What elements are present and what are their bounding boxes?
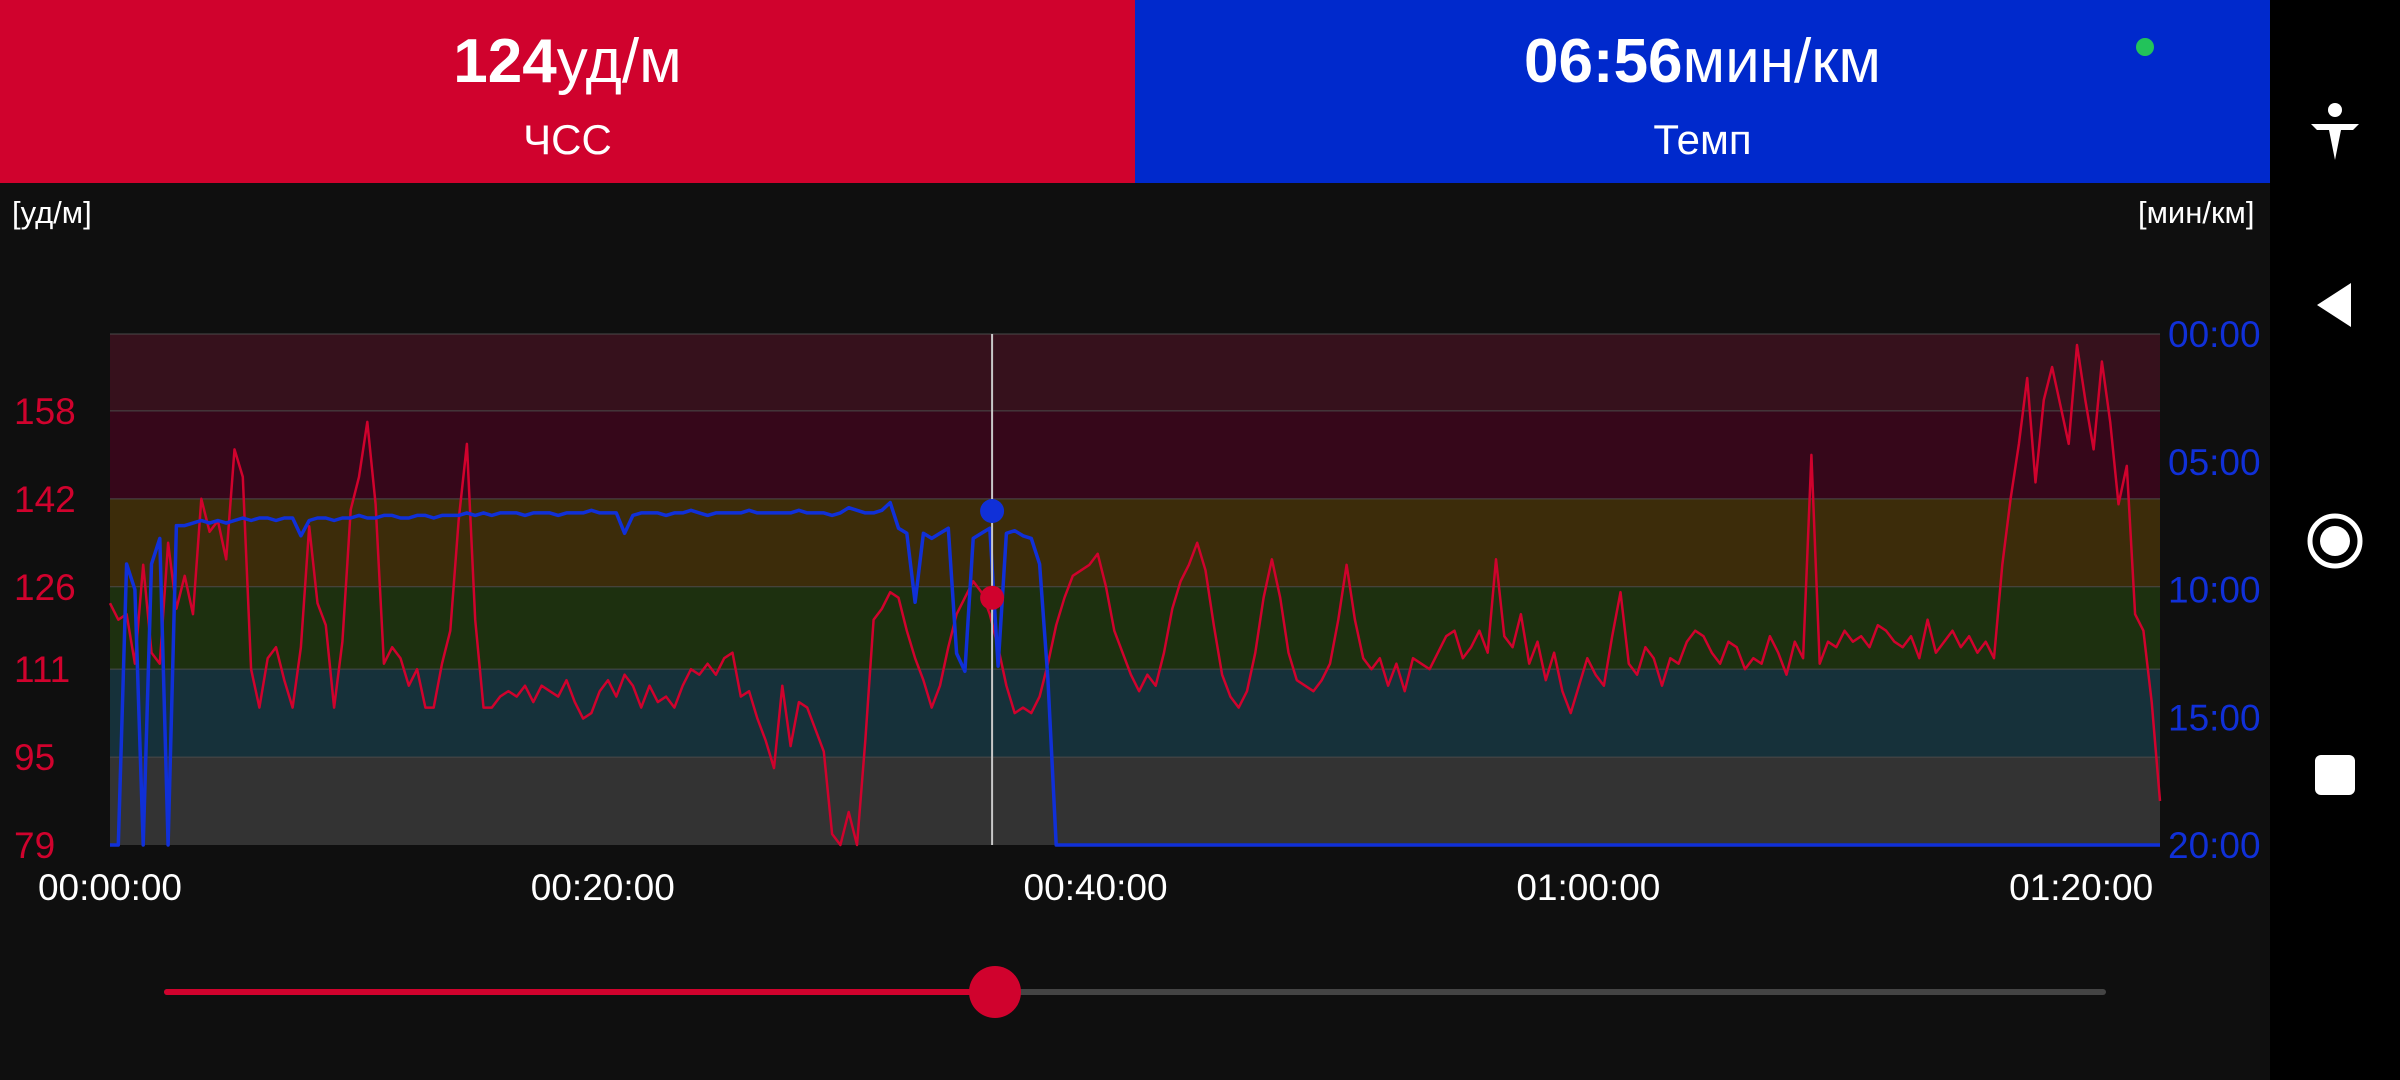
x-axis-tick-label: 00:00:00 — [38, 867, 182, 908]
right-axis-ticks: 00:00 05:00 10:00 15:00 20:00 — [2168, 314, 2261, 866]
hr-zone-bands — [110, 333, 2160, 845]
x-axis-tick-label: 00:20:00 — [531, 867, 675, 908]
accessibility-icon-glyph — [2311, 103, 2359, 160]
cursor-pace-marker — [980, 499, 1005, 524]
x-axis-tick-label: 00:40:00 — [1024, 867, 1168, 908]
back-icon-glyph — [2317, 283, 2351, 327]
recents-icon-glyph — [2315, 755, 2355, 795]
x-axis-tick-label: 01:00:00 — [1516, 867, 1660, 908]
system-navigation-bar — [2270, 0, 2400, 1080]
left-axis-tick-label: 79 — [14, 825, 55, 866]
right-axis-tick-label: 10:00 — [2168, 570, 2261, 611]
accessibility-icon[interactable] — [2295, 92, 2375, 172]
hr-zone-band — [110, 586, 2160, 670]
right-axis-tick-label: 05:00 — [2168, 442, 2261, 483]
timeline-slider[interactable] — [164, 966, 2106, 1018]
left-axis-tick-label: 95 — [14, 737, 55, 778]
hr-zone-band — [110, 410, 2160, 499]
home-circle-icon[interactable] — [2295, 501, 2375, 581]
timeline-progress — [164, 989, 996, 995]
left-axis-tick-label: 126 — [14, 567, 76, 608]
right-axis-tick-label: 20:00 — [2168, 825, 2261, 866]
x-axis-tick-label: 01:20:00 — [2009, 867, 2153, 908]
left-axis-ticks: 158 142 126 111 95 79 — [14, 391, 76, 866]
right-axis-tick-label: 15:00 — [2168, 697, 2261, 738]
hr-zone-band — [110, 757, 2160, 845]
back-triangle-icon[interactable] — [2295, 265, 2375, 345]
hr-zone-band — [110, 334, 2160, 411]
home-icon-glyph — [2307, 513, 2363, 569]
hr-zone-band — [110, 498, 2160, 587]
recents-square-icon[interactable] — [2295, 735, 2375, 815]
hr-pace-chart[interactable]: 158 142 126 111 95 79 00:00 05:00 10:00 15:00 20:… — [0, 0, 2270, 920]
left-axis-tick-label: 142 — [14, 479, 76, 520]
app-root: 124уд/м ЧСС 06:56мин/км Темп [уд/м] [мин… — [0, 0, 2270, 1080]
cursor-hr-marker — [980, 585, 1005, 610]
x-axis-ticks: 00:00:00 00:20:00 00:40:00 01:00:00 01:20:00 — [38, 867, 2153, 908]
left-axis-tick-label: 111 — [14, 649, 70, 690]
timeline-thumb[interactable] — [969, 966, 1022, 1018]
right-axis-tick-label: 00:00 — [2168, 314, 2261, 355]
left-axis-tick-label: 158 — [14, 391, 76, 432]
